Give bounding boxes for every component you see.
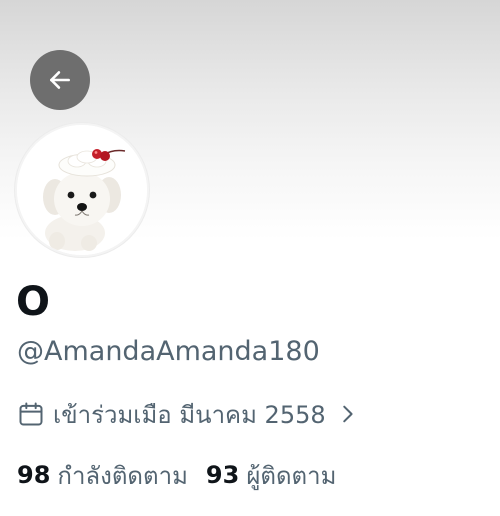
username-handle: @AmandaAmanda180 [17,336,320,367]
joined-date-row[interactable]: เข้าร่วมเมือ มีนาคม 2558 [17,396,358,432]
display-name: O [16,279,51,325]
calendar-icon [17,400,45,428]
following-link[interactable]: 98 กำลังติดตาม [17,456,188,495]
chevron-right-icon [336,403,358,425]
arrow-left-icon [47,67,73,93]
back-button[interactable] [30,50,90,110]
followers-label: ผู้ติดตาม [246,461,337,490]
avatar[interactable] [15,123,149,257]
follow-stats: 98 กำลังติดตาม 93 ผู้ติดตาม [17,457,336,493]
followers-link[interactable]: 93 ผู้ติดตาม [206,456,337,495]
followers-count: 93 [205,461,240,489]
following-label: กำลังติดตาม [57,461,188,490]
following-count: 98 [17,461,51,489]
puppy-avatar-image [17,125,147,255]
joined-date-text: เข้าร่วมเมือ มีนาคม 2558 [53,400,326,429]
